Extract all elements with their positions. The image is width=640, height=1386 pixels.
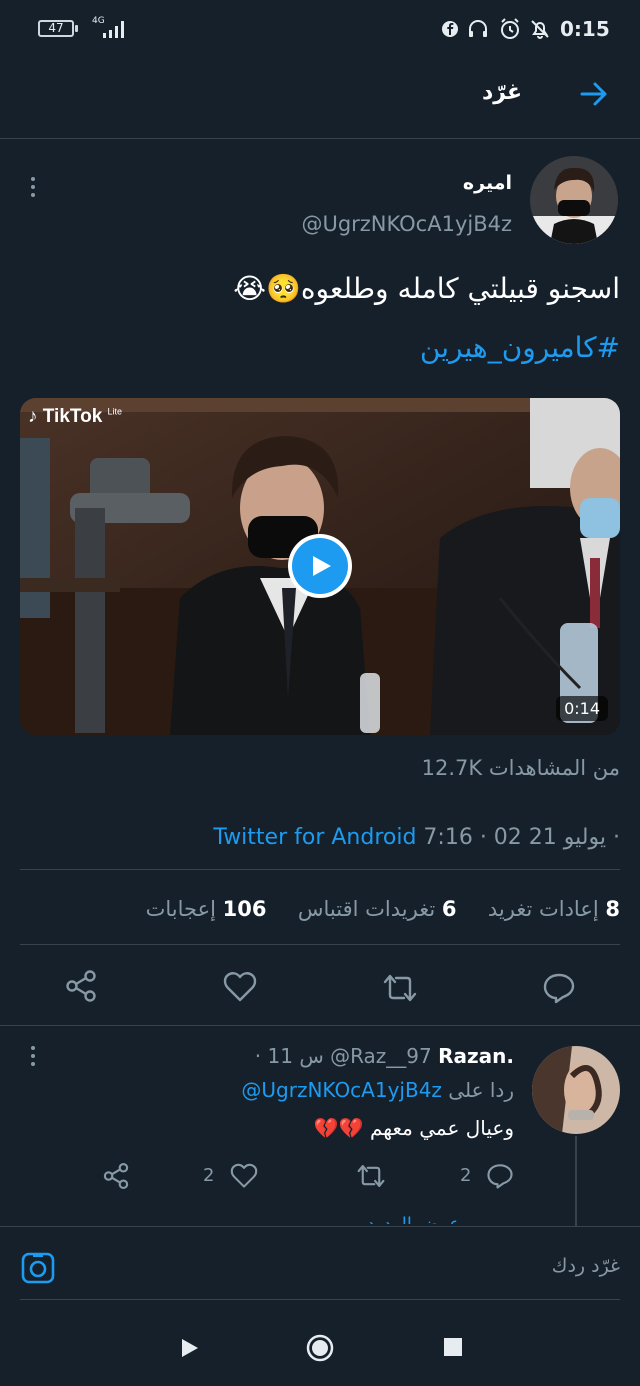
mute-icon: [531, 20, 549, 39]
reply-avatar[interactable]: [532, 1046, 620, 1134]
reply-more-options-icon[interactable]: [26, 1046, 40, 1068]
view-count: 12.7K من المشاهدات: [421, 756, 620, 780]
replying-to-handle[interactable]: @UgrzNKOcA1yjB4z: [241, 1078, 442, 1102]
reply-like-icon[interactable]: [230, 1163, 258, 1189]
facebook-icon: [442, 21, 458, 37]
play-icon: [313, 556, 331, 576]
thread-line: [575, 1136, 577, 1226]
reply-header: · 11 س @Raz__97 Razan.: [255, 1044, 514, 1068]
hashtag-link[interactable]: #كاميرون_هيرين: [420, 331, 620, 364]
back-nav-icon[interactable]: [180, 1337, 200, 1359]
reply-handle[interactable]: @Raz__97: [330, 1044, 432, 1068]
camera-icon: [21, 1252, 55, 1284]
display-name[interactable]: اميره: [463, 172, 512, 194]
system-nav-bar: [0, 1300, 640, 1386]
back-arrow-icon[interactable]: [578, 80, 610, 108]
clock: 0:15: [560, 17, 610, 41]
alarm-icon: [501, 18, 519, 39]
recents-nav-icon[interactable]: [444, 1338, 462, 1356]
reply-icon[interactable]: [542, 971, 576, 1005]
timestamp: 7:16 · 02 يوليو 21 ·: [423, 825, 620, 850]
tweet-text: اسجنو قبيلتي كامله وطلعوه🥺😭: [233, 272, 620, 305]
share-icon[interactable]: [64, 969, 98, 1003]
reply-text: وعيال عمي معهم 💔💔: [313, 1116, 514, 1140]
tiktok-watermark: ♪ TikTok Lite: [28, 406, 123, 427]
quotes-stat[interactable]: 6 تغريدات اقتباس: [298, 897, 457, 921]
reply-input[interactable]: غرّد ردك: [552, 1255, 620, 1277]
status-bar: 47 4G 0:15: [0, 0, 640, 60]
likes-stat[interactable]: 106 إعجابات: [146, 897, 267, 921]
source-link[interactable]: Twitter for Android: [213, 825, 416, 850]
replying-to-label: ردا على: [448, 1078, 514, 1102]
reply-like-count: 2: [203, 1165, 215, 1186]
retweets-stat[interactable]: 8 إعادات تغريد: [488, 897, 620, 921]
avatar[interactable]: [530, 156, 618, 244]
battery-level: 47: [48, 21, 64, 35]
like-icon[interactable]: [223, 971, 257, 1003]
engagement-stats: 8 إعادات تغريد 6 تغريدات اقتباس 106 إعجا…: [146, 897, 620, 921]
reply-time: · 11 س: [254, 1044, 324, 1068]
reply-composer: غرّد ردك: [0, 1227, 640, 1299]
signal-icon: [103, 21, 124, 38]
reply-tweet[interactable]: · 11 س @Raz__97 Razan. @UgrzNKOcA1yjB4z …: [0, 1026, 640, 1226]
battery-icon: 47: [38, 20, 74, 37]
tweet-meta: Twitter for Android 7:16 · 02 يوليو 21 ·: [213, 825, 620, 850]
home-nav-icon[interactable]: [306, 1334, 334, 1362]
show-replies-link[interactable]: عرض الردود: [367, 1210, 460, 1224]
headphones-icon: [469, 20, 487, 37]
retweet-icon[interactable]: [382, 971, 418, 1005]
video-player[interactable]: ♪ TikTok Lite 0:14: [20, 398, 620, 735]
reply-name[interactable]: Razan.: [438, 1044, 514, 1068]
more-options-icon[interactable]: [26, 177, 40, 199]
tiktok-icon: ♪: [28, 406, 38, 427]
reply-reply-count: 2: [460, 1165, 472, 1186]
replying-to: @UgrzNKOcA1yjB4z ردا على: [241, 1078, 514, 1102]
reply-share-icon[interactable]: [102, 1162, 130, 1190]
video-duration: 0:14: [556, 696, 608, 721]
header: غرّد: [0, 60, 640, 138]
tweet: اميره @UgrzNKOcA1yjB4z اسجنو قبيلتي كامل…: [0, 139, 640, 1025]
reply-retweet-icon[interactable]: [356, 1162, 386, 1190]
reply-reply-icon[interactable]: [486, 1162, 514, 1190]
page-title: غرّد: [481, 80, 522, 105]
handle[interactable]: @UgrzNKOcA1yjB4z: [301, 212, 512, 236]
play-button[interactable]: [288, 534, 352, 598]
camera-button[interactable]: [21, 1252, 55, 1284]
